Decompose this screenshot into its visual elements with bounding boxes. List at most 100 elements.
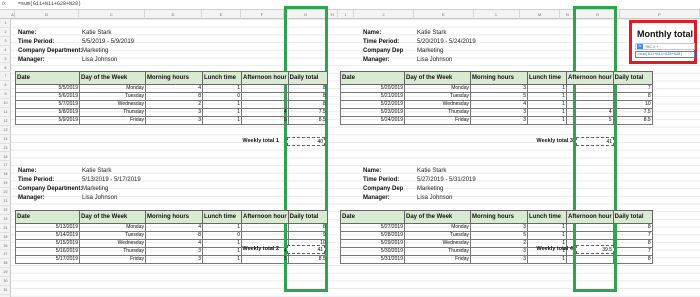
table-cell[interactable]: [566, 223, 614, 232]
table-cell[interactable]: 5/22/2019: [340, 100, 405, 109]
info-value-dept[interactable]: Marketing: [417, 48, 443, 54]
table-cell[interactable]: 8: [612, 239, 653, 248]
info-value-name[interactable]: Katie Stark: [417, 30, 446, 36]
row-header[interactable]: 10: [0, 99, 11, 108]
table-cell[interactable]: 5/9/2019: [15, 116, 80, 125]
column-header-d[interactable]: D: [145, 10, 202, 19]
table-header-cell[interactable]: Afternoon hour: [241, 210, 289, 224]
table-header-cell[interactable]: Morning hours: [145, 71, 203, 85]
column-header-i[interactable]: I: [338, 10, 354, 19]
table-cell[interactable]: Friday: [404, 255, 471, 264]
info-value-dept[interactable]: Marketing: [82, 186, 108, 192]
table-cell[interactable]: 5/15/2019: [15, 239, 80, 248]
row-header[interactable]: 22: [0, 206, 11, 215]
row-header[interactable]: 30: [0, 277, 11, 286]
formula-bar-input[interactable]: =sum(G11+N11+G28+N28): [18, 1, 81, 7]
table-cell[interactable]: 3: [470, 247, 528, 256]
table-cell[interactable]: Friday: [79, 116, 146, 125]
table-cell[interactable]: 5/29/2019: [340, 239, 405, 248]
table-cell[interactable]: Monday: [79, 84, 146, 93]
table-cell[interactable]: 1: [202, 255, 242, 264]
table-cell[interactable]: 1: [527, 92, 567, 101]
row-header[interactable]: 17: [0, 161, 11, 171]
table-cell[interactable]: Wednesday: [404, 100, 471, 109]
table-cell[interactable]: 5/31/2019: [340, 255, 405, 264]
row-header[interactable]: 31: [0, 286, 11, 295]
column-header-m[interactable]: M: [520, 10, 560, 19]
column-header-f[interactable]: F: [241, 10, 284, 19]
table-cell[interactable]: [566, 100, 614, 109]
table-cell[interactable]: 1: [527, 84, 567, 93]
row-header[interactable]: 16: [0, 153, 11, 162]
table-cell[interactable]: Monday: [79, 223, 146, 232]
table-cell[interactable]: 3: [145, 247, 203, 256]
table-cell[interactable]: 1: [527, 223, 567, 232]
column-header-h[interactable]: H: [328, 10, 338, 19]
table-header-cell[interactable]: Lunch time: [527, 71, 567, 85]
column-header-e[interactable]: E: [202, 10, 241, 19]
table-cell[interactable]: 7.5: [287, 108, 328, 117]
column-header-p[interactable]: P: [620, 10, 700, 19]
table-cell[interactable]: 8: [145, 92, 203, 101]
table-cell[interactable]: 0: [202, 92, 242, 101]
table-cell[interactable]: [241, 84, 289, 93]
table-cell[interactable]: [241, 231, 289, 240]
table-cell[interactable]: [566, 255, 614, 264]
row-header[interactable]: 21: [0, 197, 11, 206]
row-header[interactable]: 15: [0, 144, 11, 153]
row-header[interactable]: 25: [0, 233, 11, 242]
table-cell[interactable]: Friday: [404, 116, 471, 125]
table-cell[interactable]: 1: [527, 116, 567, 125]
table-cell[interactable]: 5/16/2019: [15, 247, 80, 256]
table-cell[interactable]: 5/27/2019: [340, 223, 405, 232]
table-cell[interactable]: Thursday: [79, 247, 146, 256]
table-cell[interactable]: 5/20/2019: [340, 84, 405, 93]
table-cell[interactable]: 1: [202, 100, 242, 109]
table-cell[interactable]: 1: [202, 247, 242, 256]
table-cell[interactable]: [566, 231, 614, 240]
table-cell[interactable]: Wednesday: [404, 239, 471, 248]
row-header[interactable]: 13: [0, 126, 11, 135]
row-header[interactable]: 9: [0, 90, 11, 100]
table-cell[interactable]: 7: [612, 84, 653, 93]
table-cell[interactable]: 1: [527, 231, 567, 240]
table-cell[interactable]: 5: [470, 92, 528, 101]
table-cell[interactable]: 8.5: [287, 116, 328, 125]
table-cell[interactable]: 5/8/2019: [15, 108, 80, 117]
table-cell[interactable]: 5/30/2019: [340, 247, 405, 256]
column-header-j[interactable]: J: [354, 10, 414, 19]
table-cell[interactable]: [566, 84, 614, 93]
table-header-cell[interactable]: Lunch time: [527, 210, 567, 224]
table-cell[interactable]: 5/14/2019: [15, 231, 80, 240]
row-header[interactable]: 11: [0, 108, 11, 117]
row-header[interactable]: 26: [0, 242, 11, 251]
info-value-name[interactable]: Katie Stark: [82, 30, 111, 36]
row-header[interactable]: 8: [0, 81, 11, 91]
table-cell[interactable]: 5/21/2019: [340, 92, 405, 101]
table-cell[interactable]: 0: [202, 231, 242, 240]
column-header-k[interactable]: K: [414, 10, 474, 19]
weekly-total-value[interactable]: 40: [287, 137, 325, 146]
table-header-cell[interactable]: Day of the Week: [79, 71, 146, 85]
table-header-cell[interactable]: Date: [15, 210, 80, 224]
row-header[interactable]: 29: [0, 268, 11, 278]
row-header[interactable]: 2: [0, 28, 11, 37]
table-cell[interactable]: 8.5: [612, 116, 653, 125]
table-cell[interactable]: 8: [287, 100, 328, 109]
table-cell[interactable]: 8: [612, 92, 653, 101]
row-header[interactable]: 14: [0, 135, 11, 144]
weekly-total-value[interactable]: 41: [287, 245, 325, 254]
table-cell[interactable]: 5/23/2019: [340, 108, 405, 117]
table-header-cell[interactable]: Date: [340, 71, 405, 85]
table-cell[interactable]: 4: [470, 100, 528, 109]
table-header-cell[interactable]: Afternoon hour: [566, 71, 614, 85]
info-value-manager[interactable]: Lisa Johnson: [82, 57, 117, 63]
table-cell[interactable]: [241, 100, 289, 109]
table-cell[interactable]: [241, 223, 289, 232]
table-cell[interactable]: 4: [241, 108, 289, 117]
info-value-dept[interactable]: Marketing: [82, 48, 108, 54]
table-cell[interactable]: Tuesday: [79, 92, 146, 101]
table-cell[interactable]: 7.5: [612, 108, 653, 117]
table-cell[interactable]: 5/24/2019: [340, 116, 405, 125]
table-cell[interactable]: 2: [470, 239, 528, 248]
